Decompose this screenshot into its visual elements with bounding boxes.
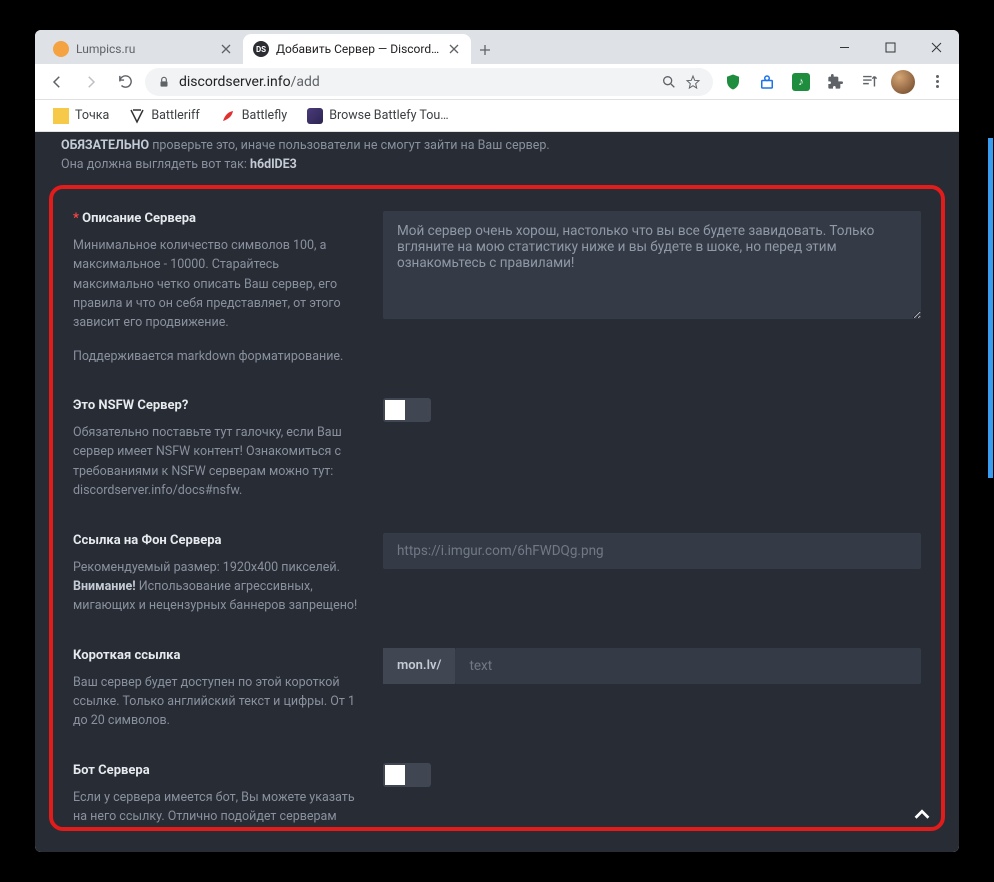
section-background: Ссылка на Фон Сервера Рекомендуемый разм… [53, 525, 941, 640]
page-content[interactable]: ОБЯЗАТЕЛЬНО проверьте это, иначе пользов… [35, 132, 959, 852]
toggle-thumb [385, 400, 405, 420]
bookmark-label: Battleriff [151, 108, 199, 123]
bookmark-icon [129, 108, 145, 124]
bookmarks-bar: Точка Battleriff Battlefly Browse Battle… [35, 100, 959, 132]
section-description: * Описание Сервера Минимальное количеств… [53, 203, 941, 390]
bot-toggle[interactable] [383, 763, 431, 787]
section-nsfw: Это NSFW Сервер? Обязательно поставьте т… [53, 390, 941, 525]
back-button[interactable] [43, 68, 71, 96]
scroll-top-button[interactable] [907, 800, 937, 830]
label-bot: Бот Сервера [73, 763, 363, 778]
bookmark-battleriff[interactable]: Battleriff [121, 104, 207, 128]
minimize-button[interactable] [821, 30, 867, 64]
browser-titlebar: Lumpics.ru DS Добавить Сервер — DiscordS… [35, 30, 959, 64]
forward-button[interactable] [77, 68, 105, 96]
tab-title: Lumpics.ru [76, 42, 212, 56]
window-controls [821, 30, 959, 64]
help-nsfw: Обязательно поставьте тут галочку, если … [73, 423, 363, 501]
bookmark-battlefly[interactable]: Battlefly [212, 104, 295, 128]
description-input[interactable] [383, 211, 921, 319]
help-shortlink: Ваш сервер будет доступен по этой коротк… [73, 673, 363, 731]
close-icon[interactable] [447, 42, 461, 56]
bookmark-icon [53, 108, 69, 124]
invite-notice: ОБЯЗАТЕЛЬНО проверьте это, иначе пользов… [51, 132, 943, 185]
help-markdown: Поддерживается markdown форматирование. [73, 347, 363, 366]
help-description: Минимальное количество символов 100, а м… [73, 236, 363, 333]
extension-icon-2[interactable]: ♪ [787, 68, 815, 96]
tab-add-server[interactable]: DS Добавить Сервер — DiscordSer [243, 34, 471, 64]
extension-icon-1[interactable] [753, 68, 781, 96]
help-bot: Если у сервера имеется бот, Вы можете ук… [73, 788, 363, 827]
omnibox[interactable]: discordserver.info/add [145, 68, 713, 96]
url-text: discordserver.info/add [179, 74, 653, 90]
bookmark-label: Browse Battlefy Tou… [329, 108, 448, 123]
tab-lumpics[interactable]: Lumpics.ru [43, 34, 243, 64]
page-scrollbar[interactable] [988, 138, 993, 478]
browser-window: Lumpics.ru DS Добавить Сервер — DiscordS… [35, 30, 959, 852]
help-background: Рекомендуемый размер: 1920x400 пикселей.… [73, 558, 363, 616]
extensions-button[interactable] [821, 68, 849, 96]
close-icon[interactable] [219, 42, 233, 56]
bookmark-battlefy[interactable]: Browse Battlefy Tou… [299, 104, 456, 128]
shortlink-input[interactable] [455, 648, 921, 684]
star-icon[interactable] [685, 74, 701, 90]
section-bot: Бот Сервера Если у сервера имеется бот, … [53, 755, 941, 827]
maximize-button[interactable] [867, 30, 913, 64]
profile-avatar[interactable] [889, 68, 917, 96]
reload-button[interactable] [111, 68, 139, 96]
background-url-input[interactable] [383, 533, 921, 569]
new-tab-button[interactable] [471, 36, 499, 64]
shortlink-prefix: mon.lv/ [383, 648, 455, 684]
favicon-discordserver: DS [253, 41, 269, 57]
plus-icon [478, 43, 492, 57]
label-nsfw: Это NSFW Сервер? [73, 398, 363, 413]
section-shortlink: Короткая ссылка Ваш сервер будет доступе… [53, 640, 941, 755]
reading-list-icon[interactable] [855, 68, 883, 96]
address-bar: discordserver.info/add ♪ [35, 64, 959, 100]
label-background: Ссылка на Фон Сервера [73, 533, 363, 548]
toggle-thumb [385, 765, 405, 785]
favicon-lumpics [53, 41, 69, 57]
music-icon: ♪ [792, 73, 810, 91]
tab-title: Добавить Сервер — DiscordSer [276, 42, 440, 56]
menu-button[interactable] [923, 68, 951, 96]
bookmark-icon [307, 108, 323, 124]
bookmark-tochka[interactable]: Точка [45, 104, 117, 128]
lock-icon [157, 75, 171, 89]
form-highlight-frame: * Описание Сервера Минимальное количеств… [49, 185, 945, 831]
close-button[interactable] [913, 30, 959, 64]
chevron-up-icon [911, 804, 933, 826]
nsfw-toggle[interactable] [383, 398, 431, 422]
label-shortlink: Короткая ссылка [73, 648, 363, 663]
bookmark-label: Battlefly [242, 108, 287, 123]
label-description: * Описание Сервера [73, 211, 363, 226]
search-icon[interactable] [661, 74, 677, 90]
bookmark-label: Точка [75, 108, 109, 123]
bookmark-icon [220, 108, 236, 124]
adguard-icon[interactable] [719, 68, 747, 96]
